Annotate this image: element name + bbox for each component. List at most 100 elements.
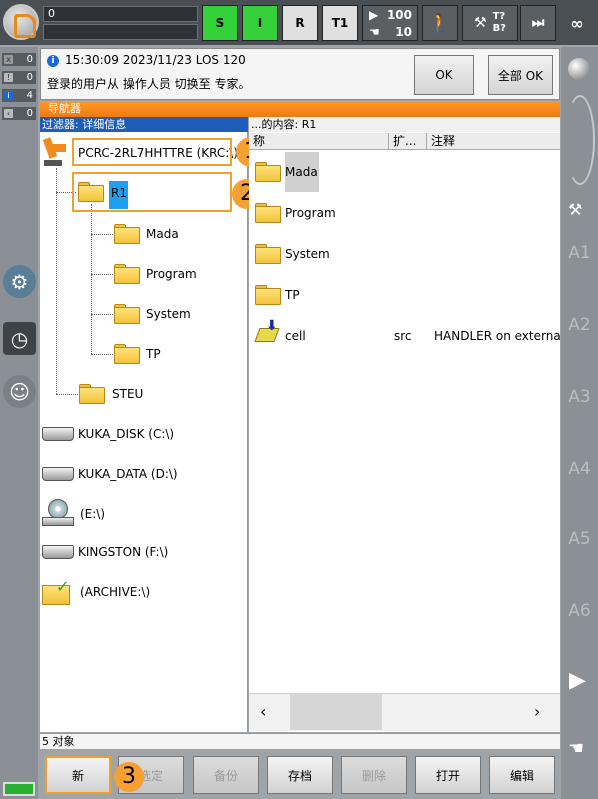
list-item-cell[interactable]: cell: [285, 329, 306, 343]
axis-a2-label[interactable]: A2: [561, 315, 598, 335]
message-window: i 15:30:09 2023/11/23 LOS 120 登录的用户从 操作人…: [40, 48, 560, 100]
tree-item-archive[interactable]: (ARCHIVE:\): [80, 585, 150, 599]
robot-interpreter-button[interactable]: R: [282, 5, 318, 41]
hard-drive-icon: [42, 467, 74, 481]
cd-drive-icon: [42, 499, 74, 527]
all-ok-button[interactable]: 全部 OK: [488, 55, 553, 95]
play-icon: ▶: [369, 8, 379, 22]
folder-icon: [255, 244, 281, 264]
robot-arm-icon[interactable]: ⚒: [568, 200, 582, 219]
usb-drive-icon: [42, 545, 74, 559]
tree-item-steu[interactable]: STEU: [112, 387, 143, 401]
program-run-mode-button[interactable]: 🚶: [422, 5, 458, 41]
tree-item-drive-d[interactable]: KUKA_DATA (D:\): [78, 467, 178, 481]
column-header-row: 称 扩... 注释: [249, 133, 560, 150]
open-button[interactable]: 打开: [415, 756, 481, 794]
program-module-icon: ⬇: [254, 318, 281, 344]
list-item-program[interactable]: Program: [285, 206, 336, 220]
jog-hand-icon: ☚: [369, 25, 380, 39]
wait-message-counter[interactable]: ‹ 0: [2, 107, 36, 120]
tree-item-program[interactable]: Program: [146, 267, 197, 281]
play-icon[interactable]: ▶: [569, 668, 586, 693]
folder-icon: [114, 264, 140, 284]
continuous-jog-button[interactable]: ∞: [558, 5, 596, 41]
jog-hand-icon[interactable]: ☚: [568, 738, 584, 759]
jog-override-value: 10: [395, 25, 412, 39]
warning-message-counter[interactable]: ! 0: [2, 71, 36, 84]
axis-a4-label[interactable]: A4: [561, 459, 598, 479]
scroll-right-icon[interactable]: ›: [534, 702, 540, 721]
hard-drive-icon: [42, 427, 74, 441]
incremental-jog-button[interactable]: ⏭: [520, 5, 556, 41]
column-header-ext[interactable]: 扩...: [389, 133, 427, 150]
list-item-cell-comment: HANDLER on external ...: [434, 329, 560, 343]
left-status-column: [0, 47, 38, 799]
ok-button[interactable]: OK: [414, 55, 474, 95]
user-group-icon[interactable]: ☺: [3, 375, 36, 408]
directory-tree[interactable]: PCRC-2RL7HHTTRE (KRC:\) R1 Mada Program …: [40, 132, 248, 732]
archive-folder-icon: ✓: [42, 577, 70, 605]
tree-item-drive-e[interactable]: (E:\): [80, 507, 105, 521]
tool-base-label: T? B?: [492, 11, 506, 34]
info-message-counter[interactable]: i4: [2, 89, 36, 102]
scroll-left-icon[interactable]: ‹: [260, 702, 266, 721]
list-item-system[interactable]: System: [285, 247, 330, 261]
tree-item-system[interactable]: System: [146, 307, 191, 321]
backup-button[interactable]: 备份: [193, 756, 259, 794]
wait-icon: ‹: [4, 109, 13, 118]
message-count-window[interactable]: 0: [43, 6, 198, 22]
archive-button[interactable]: 存档: [267, 756, 333, 794]
axis-a3-label[interactable]: A3: [561, 387, 598, 407]
folder-icon: [255, 162, 281, 182]
content-header: ...的内容: R1: [249, 117, 560, 132]
tree-item-tp[interactable]: TP: [146, 347, 161, 361]
object-count-status: 5 对象: [40, 733, 560, 749]
new-button[interactable]: 新: [45, 756, 111, 794]
folder-icon: [114, 224, 140, 244]
override-button[interactable]: ▶ 100 ☚ 10: [362, 5, 418, 41]
highlight-box-root: [72, 138, 232, 166]
folder-icon: [255, 285, 281, 305]
info-icon: i: [47, 55, 59, 67]
directory-content-list[interactable]: Mada Program System TP ⬇ cell src HANDLE…: [249, 132, 560, 732]
operating-mode-button[interactable]: T1: [322, 5, 358, 41]
filter-header[interactable]: 过滤器: 详细信息: [40, 117, 248, 132]
space-mouse-arc-icon[interactable]: [565, 95, 595, 185]
stop-icon: x: [4, 55, 13, 64]
tool-base-button[interactable]: ⚒ T? B?: [462, 5, 518, 41]
kuka-logo-icon[interactable]: [3, 4, 39, 40]
drives-button[interactable]: I: [242, 5, 278, 41]
submit-interpreter-button[interactable]: S: [202, 5, 238, 41]
axis-a6-label[interactable]: A6: [561, 601, 598, 621]
info-icon: i: [4, 91, 13, 100]
column-header-name[interactable]: 称: [249, 133, 389, 150]
axis-a5-label[interactable]: A5: [561, 529, 598, 549]
column-header-comment[interactable]: 注释: [427, 133, 560, 150]
globe-icon[interactable]: [568, 58, 590, 80]
jog-arrows-icon: ⏭: [531, 15, 545, 31]
settings-gear-icon[interactable]: ⚙: [3, 265, 36, 298]
warning-icon: !: [4, 73, 13, 82]
scrollbar-thumb[interactable]: [290, 693, 382, 730]
message-text: 登录的用户从 操作人员 切换至 专家。: [47, 77, 251, 91]
message-strip[interactable]: [43, 24, 198, 40]
tree-item-drive-f[interactable]: KINGSTON (F:\): [78, 545, 168, 559]
tree-item-mada[interactable]: Mada: [146, 227, 179, 241]
folder-icon: [114, 344, 140, 364]
highlight-box-r1: [72, 172, 232, 212]
axis-a1-label[interactable]: A1: [561, 243, 598, 263]
delete-button[interactable]: 删除: [341, 756, 407, 794]
callout-badge-3: 3: [114, 762, 144, 792]
folder-icon: [255, 203, 281, 223]
tree-item-drive-c[interactable]: KUKA_DISK (C:\): [78, 427, 174, 441]
tool-icon: ⚒: [474, 15, 487, 31]
stop-message-counter[interactable]: x0: [2, 53, 36, 66]
list-item-mada[interactable]: Mada: [285, 165, 318, 179]
robot-controller-icon: [42, 137, 68, 168]
battery-icon: [3, 782, 35, 796]
clock-icon[interactable]: ◷: [3, 322, 36, 355]
list-item-tp[interactable]: TP: [285, 288, 300, 302]
walking-person-icon: 🚶: [428, 12, 452, 34]
edit-button[interactable]: 编辑: [489, 756, 555, 794]
folder-icon: [114, 304, 140, 324]
